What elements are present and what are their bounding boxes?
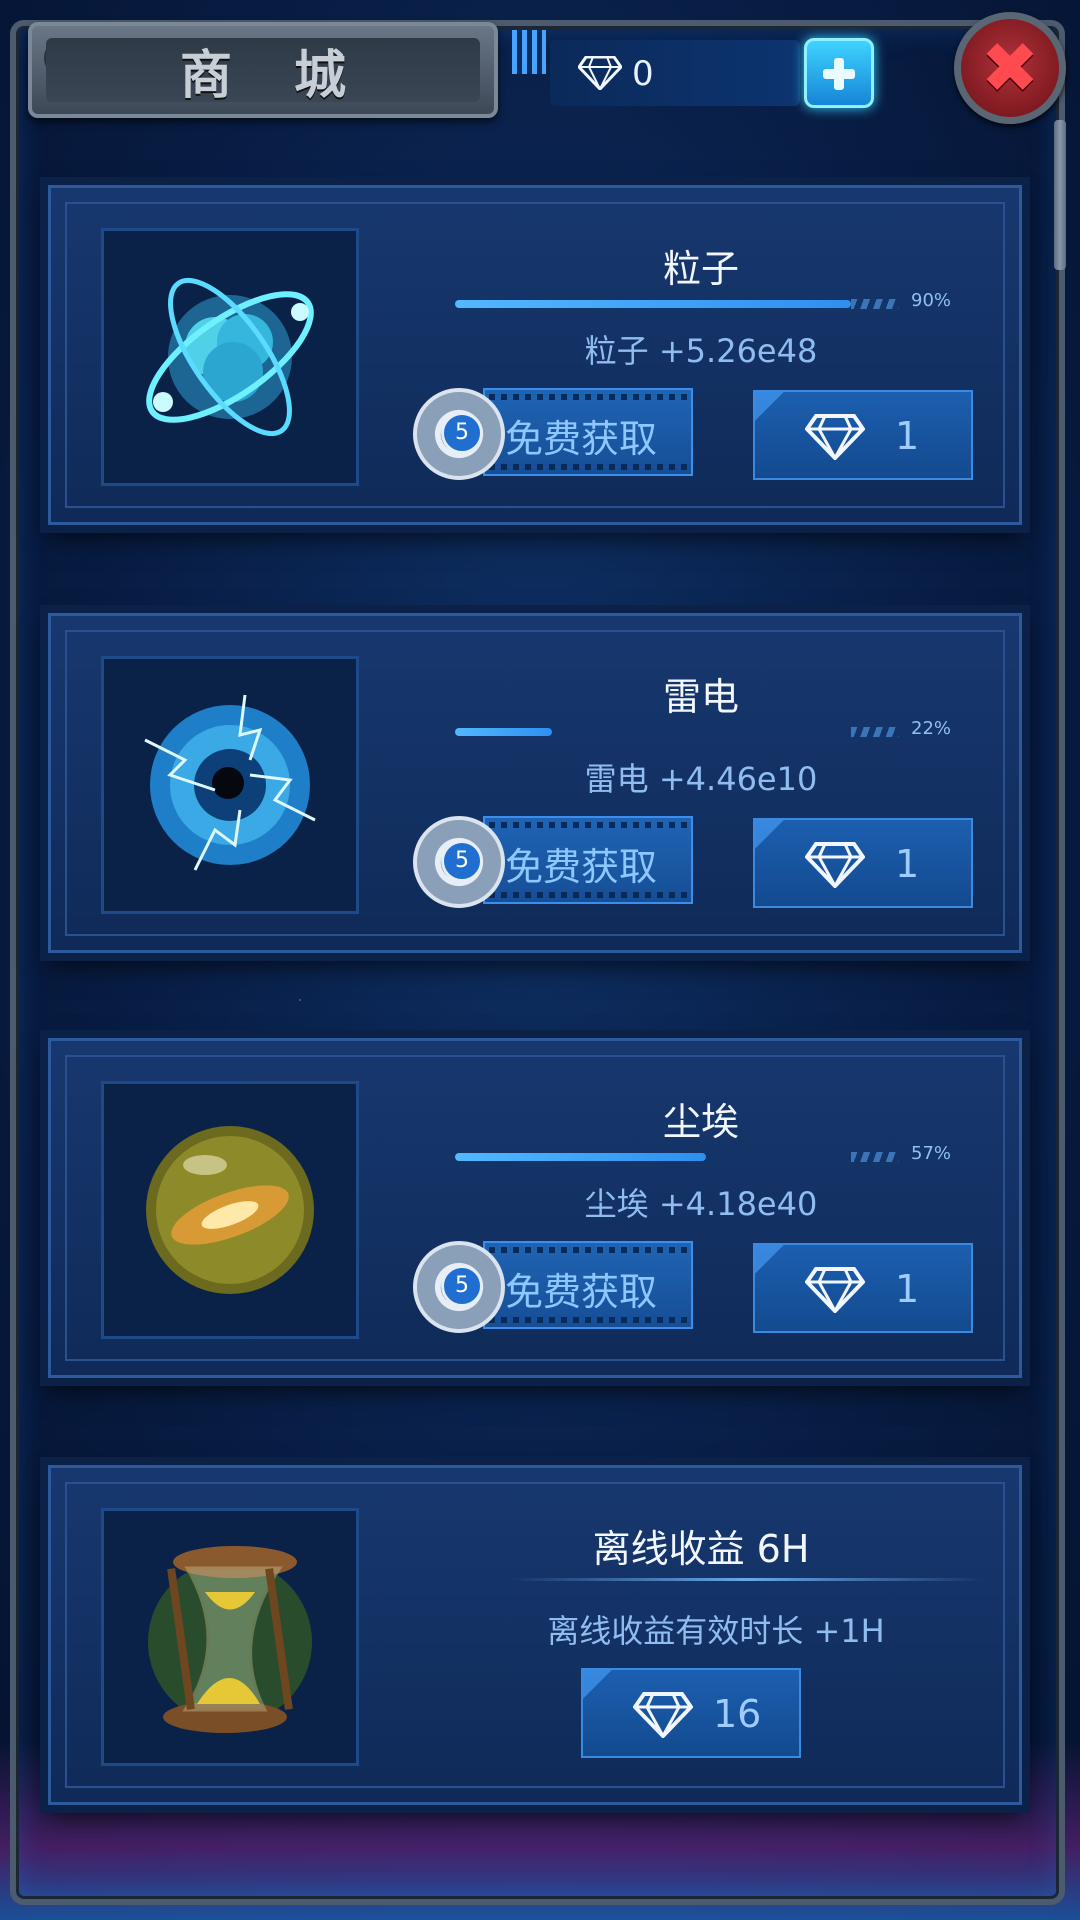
progress-percent: 90% <box>911 290 952 311</box>
ad-count-badge: 5 <box>441 412 483 454</box>
close-icon: ✖ <box>980 27 1040 109</box>
scrollbar[interactable] <box>1054 120 1066 270</box>
diamond-icon <box>633 1692 693 1738</box>
item-bonus: 粒子 +5.26e48 <box>584 332 818 370</box>
particle-atom-icon <box>101 228 359 486</box>
shop-title-plate: 商城 <box>28 22 498 118</box>
buy-with-gems-button[interactable]: 1 <box>753 1243 973 1333</box>
progress-percent: 57% <box>911 1143 952 1164</box>
shop-item-card: 雷电 22% 雷电 +4.46e10 免费获取 5 1 <box>48 613 1022 953</box>
shop-item-card: 粒子 90% 粒子 +5.26e48 免费获取 5 1 <box>48 185 1022 525</box>
diamond-icon <box>805 1267 865 1313</box>
buy-with-gems-button[interactable]: 1 <box>753 818 973 908</box>
film-reel-icon: 5 <box>413 1241 505 1333</box>
item-bonus: 雷电 +4.46e10 <box>584 760 818 798</box>
free-get-button[interactable]: 免费获取 5 <box>413 816 698 908</box>
buy-offline-button[interactable]: 16 <box>581 1668 801 1758</box>
diamond-icon <box>805 414 865 460</box>
progress-percent: 22% <box>911 718 952 739</box>
free-get-button[interactable]: 免费获取 5 <box>413 1241 698 1333</box>
hourglass-icon <box>101 1508 359 1766</box>
offline-description: 离线收益有效时长 +1H <box>547 1612 885 1650</box>
lightning-orb-icon <box>101 656 359 914</box>
item-progress-bar <box>455 1152 899 1162</box>
diamond-icon <box>578 56 622 90</box>
film-reel-icon: 5 <box>413 388 505 480</box>
item-progress-bar <box>455 727 899 737</box>
film-reel-icon: 5 <box>413 816 505 908</box>
ad-count-badge: 5 <box>441 1265 483 1307</box>
price: 16 <box>713 1692 762 1736</box>
buy-with-gems-button[interactable]: 1 <box>753 390 973 480</box>
dust-galaxy-orb-icon <box>101 1081 359 1339</box>
gem-count: 0 <box>632 54 654 94</box>
price: 1 <box>895 414 920 458</box>
item-name: 离线收益 6H <box>592 1527 810 1571</box>
item-name: 雷电 <box>662 675 739 719</box>
divider <box>509 1578 985 1581</box>
page-title: 商城 <box>179 45 408 106</box>
progress-fill <box>455 300 851 308</box>
diamond-icon <box>805 842 865 888</box>
shop-item-card: 尘埃 57% 尘埃 +4.18e40 免费获取 5 1 <box>48 1038 1022 1378</box>
price: 1 <box>895 842 920 886</box>
add-gems-button[interactable] <box>804 38 874 108</box>
item-name: 粒子 <box>662 247 739 291</box>
progress-fill <box>455 1153 706 1161</box>
item-progress-bar <box>455 299 899 309</box>
progress-fill <box>455 728 552 736</box>
gem-balance: 0 <box>550 40 800 106</box>
ad-count-badge: 5 <box>441 840 483 882</box>
grip-decoration <box>512 30 546 74</box>
offline-earnings-card: 离线收益 6H 离线收益有效时长 +1H 16 <box>48 1465 1022 1805</box>
price: 1 <box>895 1267 920 1311</box>
close-button[interactable]: ✖ <box>954 12 1066 124</box>
item-name: 尘埃 <box>662 1100 739 1144</box>
item-bonus: 尘埃 +4.18e40 <box>584 1185 818 1223</box>
free-get-button[interactable]: 免费获取 5 <box>413 388 698 480</box>
